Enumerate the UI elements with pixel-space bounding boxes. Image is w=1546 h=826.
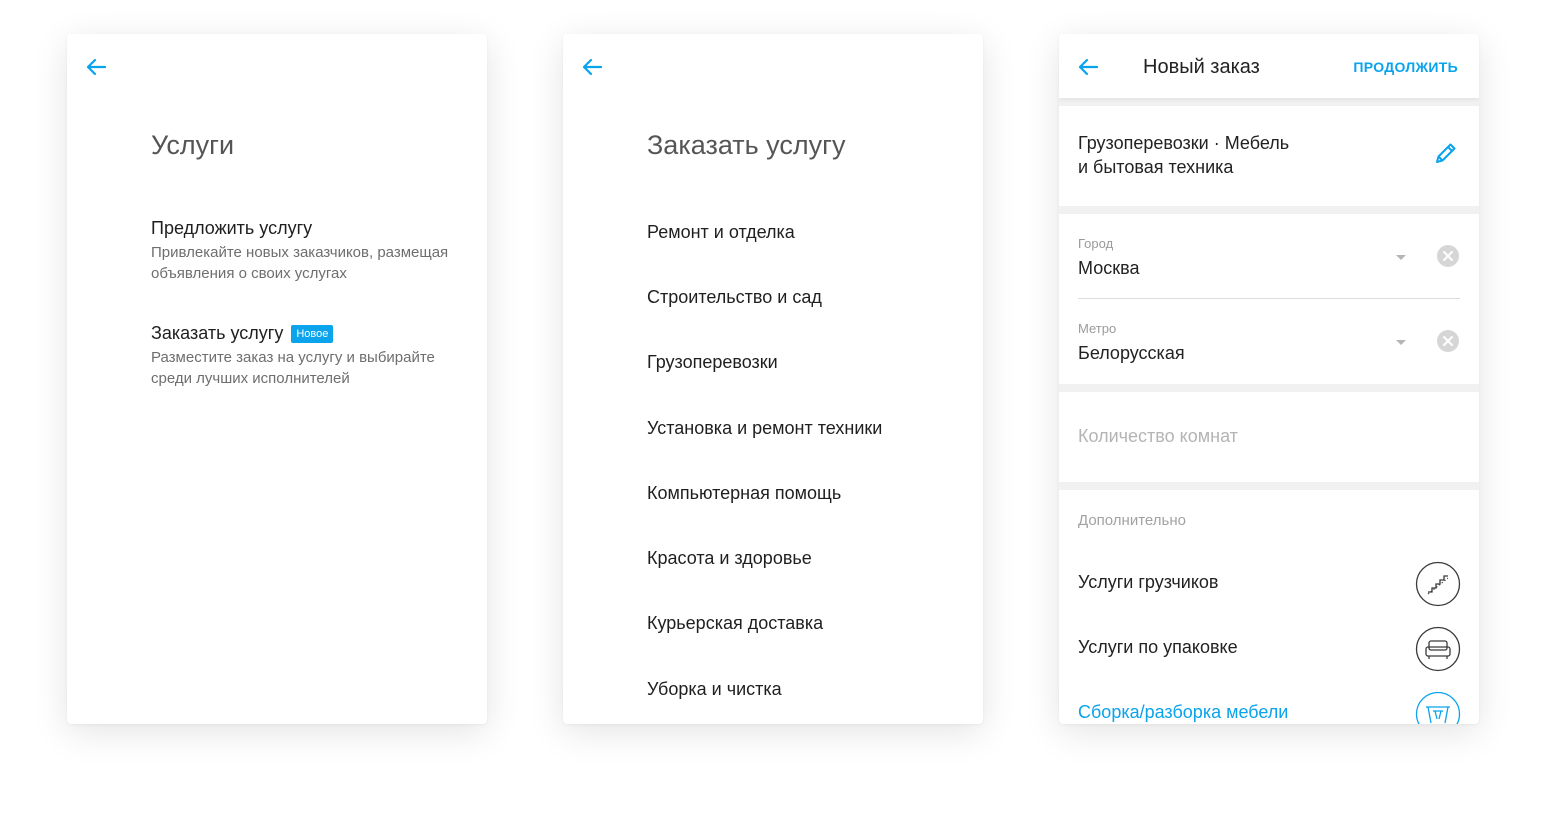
new-order-screen: Новый заказ ПРОДОЛЖИТЬ Грузоперевозки · … [1059,34,1479,724]
category-item-construction[interactable]: Строительство и сад [647,287,822,308]
option-title: Заказать услугу [151,323,284,343]
page-title: Заказать услугу [647,130,846,160]
rooms-card: Количество комнат [1059,392,1479,482]
field-label: Город [1078,236,1114,251]
clear-icon[interactable] [1436,329,1460,353]
selected-category: Грузоперевозки · Мебель и бытовая техник… [1078,131,1378,179]
category-item-repair[interactable]: Ремонт и отделка [647,222,795,243]
table-icon[interactable] [1415,691,1461,724]
dropdown-arrow-icon[interactable] [1394,337,1408,347]
order-service-option[interactable]: Заказать услугу Новое Разместите заказ н… [151,323,471,389]
back-arrow-icon[interactable] [579,54,605,80]
city-field[interactable]: Город Москва [1078,214,1460,299]
category-item-computer[interactable]: Компьютерная помощь [647,483,841,504]
extra-label: Услуги по упаковке [1078,637,1238,657]
location-card: Город Москва Метро Белорусская [1059,214,1479,384]
pencil-icon[interactable] [1431,138,1461,168]
stairs-icon[interactable] [1415,561,1461,607]
extras-card: Дополнительно Услуги грузчиков Услуги по… [1059,490,1479,724]
order-service-screen: Заказать услугу Ремонт и отделка Строите… [563,34,983,724]
header-title: Новый заказ [1143,56,1260,78]
sofa-icon[interactable] [1415,626,1461,672]
page-title: Услуги [151,130,235,160]
metro-field[interactable]: Метро Белорусская [1078,299,1460,384]
extra-item-packing[interactable]: Услуги по упаковке [1059,626,1479,676]
option-title: Предложить услугу [151,218,313,238]
category-card: Грузоперевозки · Мебель и бытовая техник… [1059,106,1479,206]
category-line: и бытовая техника [1078,157,1234,177]
back-arrow-icon[interactable] [83,54,109,80]
option-description: Привлекайте новых заказчиков, размещая о… [151,244,449,282]
category-item-beauty[interactable]: Красота и здоровье [647,548,812,569]
category-item-appliances[interactable]: Установка и ремонт техники [647,418,882,439]
new-badge: Новое [291,324,334,343]
app-header: Новый заказ ПРОДОЛЖИТЬ [1059,34,1479,98]
dropdown-arrow-icon[interactable] [1394,252,1408,262]
category-item-courier[interactable]: Курьерская доставка [647,613,823,634]
clear-icon[interactable] [1436,244,1460,268]
extra-label: Услуги грузчиков [1078,572,1219,592]
category-item-cleaning[interactable]: Уборка и чистка [647,679,782,700]
services-screen: Услуги Предложить услугу Привлекайте нов… [67,34,487,724]
rooms-count-input[interactable]: Количество комнат [1078,426,1238,447]
extra-item-movers[interactable]: Услуги грузчиков [1059,561,1479,611]
category-line: Грузоперевозки · Мебель [1078,133,1290,153]
option-description: Разместите заказ на услугу и выбирайте с… [151,349,435,387]
extra-item-assembly[interactable]: Сборка/разборка мебели [1059,691,1479,724]
back-arrow-icon[interactable] [1075,54,1101,80]
metro-input[interactable]: Белорусская [1078,343,1185,364]
extras-heading: Дополнительно [1078,512,1186,529]
continue-button[interactable]: ПРОДОЛЖИТЬ [1353,59,1458,75]
city-input[interactable]: Москва [1078,258,1139,279]
extra-label: Сборка/разборка мебели [1078,702,1289,722]
field-label: Метро [1078,321,1117,336]
offer-service-option[interactable]: Предложить услугу Привлекайте новых зака… [151,218,471,284]
mockup-stage: Услуги Предложить услугу Привлекайте нов… [0,0,1546,826]
category-item-cargo[interactable]: Грузоперевозки [647,352,778,373]
